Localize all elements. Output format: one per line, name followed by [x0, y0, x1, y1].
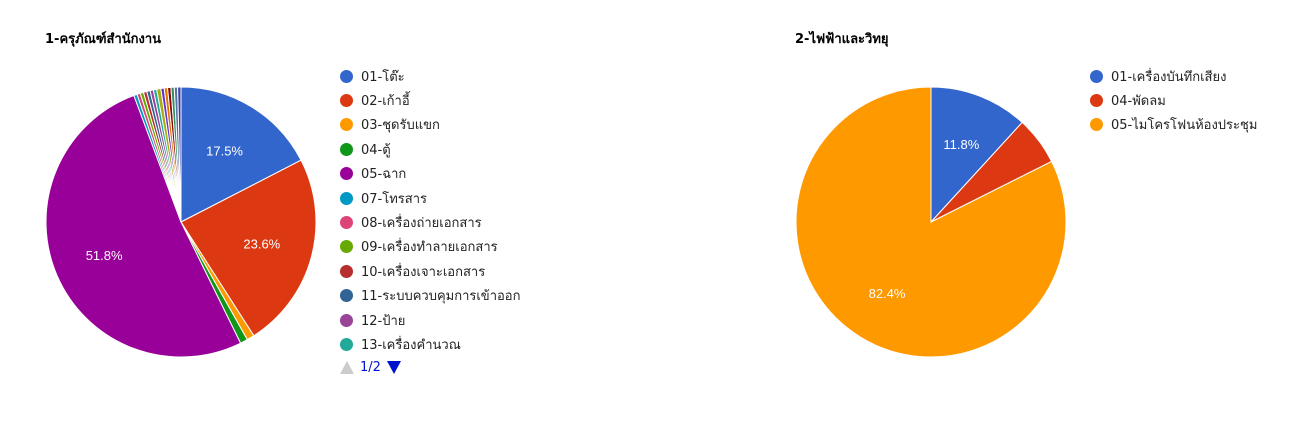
legend-item[interactable]: 01-โต๊ะ: [340, 64, 521, 88]
legend-label: 01-โต๊ะ: [361, 69, 405, 85]
legend-swatch: [340, 94, 353, 108]
legend-item[interactable]: 09-เครื่องทำลายเอกสาร: [340, 235, 521, 259]
pie-chart: 11.8% 82.4%: [795, 86, 1067, 358]
legend-label: 04-ตู้: [361, 142, 391, 158]
legend: 01-โต๊ะ 02-เก้าอี้ 03-ชุดรับแขก 04-ตู้ 05-ฉา…: [340, 64, 521, 357]
legend-label: 10-เครื่องเจาะเอกสาร: [361, 264, 486, 280]
legend-label: 11-ระบบควบคุมการเข้าออก: [361, 289, 521, 305]
legend-label: 05-ไมโครโฟนห้องประชุม: [1111, 118, 1258, 134]
legend-swatch: [340, 191, 353, 205]
legend-item[interactable]: 03-ชุดรับแขก: [340, 113, 521, 137]
legend: 01-เครื่องบันทึกเสียง 04-พัดลม 05-ไมโครโฟน…: [1090, 64, 1257, 137]
legend-label: 01-เครื่องบันทึกเสียง: [1111, 69, 1227, 85]
legend-label: 08-เครื่องถ่ายเอกสาร: [361, 216, 482, 232]
legend-label: 04-พัดลม: [1111, 94, 1166, 110]
legend-label: 13-เครื่องคำนวณ: [361, 337, 461, 353]
chart-panel-office-equipment: 1-ครุภัณฑ์สำนักงาน 17.5% 23.6% 51.8% 01-โต…: [0, 0, 650, 437]
slice-data-label: 23.6%: [243, 237, 280, 252]
slice-data-label: 17.5%: [206, 144, 243, 159]
pie-chart: 17.5% 23.6% 51.8%: [45, 86, 317, 358]
pager-next-arrow-icon[interactable]: [386, 361, 401, 374]
slice-data-label: 82.4%: [869, 286, 906, 301]
legend-swatch: [1090, 69, 1103, 83]
legend-label: 12-ป้าย: [361, 313, 406, 329]
legend-swatch: [340, 240, 353, 254]
slice-data-label: 11.8%: [943, 137, 979, 152]
legend-swatch: [340, 69, 353, 83]
legend-swatch: [340, 289, 353, 303]
legend-item[interactable]: 04-ตู้: [340, 137, 521, 161]
legend-item[interactable]: 04-พัดลม: [1090, 88, 1257, 112]
pager-text: 1/2: [360, 360, 381, 375]
pager-prev-arrow-icon: [340, 361, 354, 374]
legend-swatch: [1090, 94, 1103, 108]
legend-label: 07-โทรสาร: [361, 191, 427, 207]
legend-swatch: [1090, 118, 1103, 132]
legend-item[interactable]: 02-เก้าอี้: [340, 88, 521, 112]
chart-panel-electrical-radio: 2-ไฟฟ้าและวิทยุ 11.8% 82.4% 01-เครื่องบัน…: [750, 0, 1303, 437]
legend-label: 09-เครื่องทำลายเอกสาร: [361, 240, 498, 256]
legend-item[interactable]: 05-ฉาก: [340, 162, 521, 186]
legend-item[interactable]: 08-เครื่องถ่ายเอกสาร: [340, 210, 521, 234]
legend-item[interactable]: 12-ป้าย: [340, 308, 521, 332]
legend-swatch: [340, 313, 353, 327]
legend-swatch: [340, 118, 353, 132]
legend-swatch: [340, 142, 353, 156]
legend-item[interactable]: 13-เครื่องคำนวณ: [340, 332, 521, 356]
legend-swatch: [340, 167, 353, 181]
legend-label: 02-เก้าอี้: [361, 94, 410, 110]
legend-label: 05-ฉาก: [361, 167, 407, 183]
legend-swatch: [340, 216, 353, 230]
legend-pager: 1/2: [340, 360, 401, 375]
legend-item[interactable]: 07-โทรสาร: [340, 186, 521, 210]
legend-swatch: [340, 337, 353, 351]
legend-item[interactable]: 11-ระบบควบคุมการเข้าออก: [340, 284, 521, 308]
slice-data-label: 51.8%: [86, 248, 123, 263]
legend-swatch: [340, 264, 353, 278]
legend-label: 03-ชุดรับแขก: [361, 118, 440, 134]
legend-item[interactable]: 01-เครื่องบันทึกเสียง: [1090, 64, 1257, 88]
legend-item[interactable]: 05-ไมโครโฟนห้องประชุม: [1090, 113, 1257, 137]
legend-item[interactable]: 10-เครื่องเจาะเอกสาร: [340, 259, 521, 283]
